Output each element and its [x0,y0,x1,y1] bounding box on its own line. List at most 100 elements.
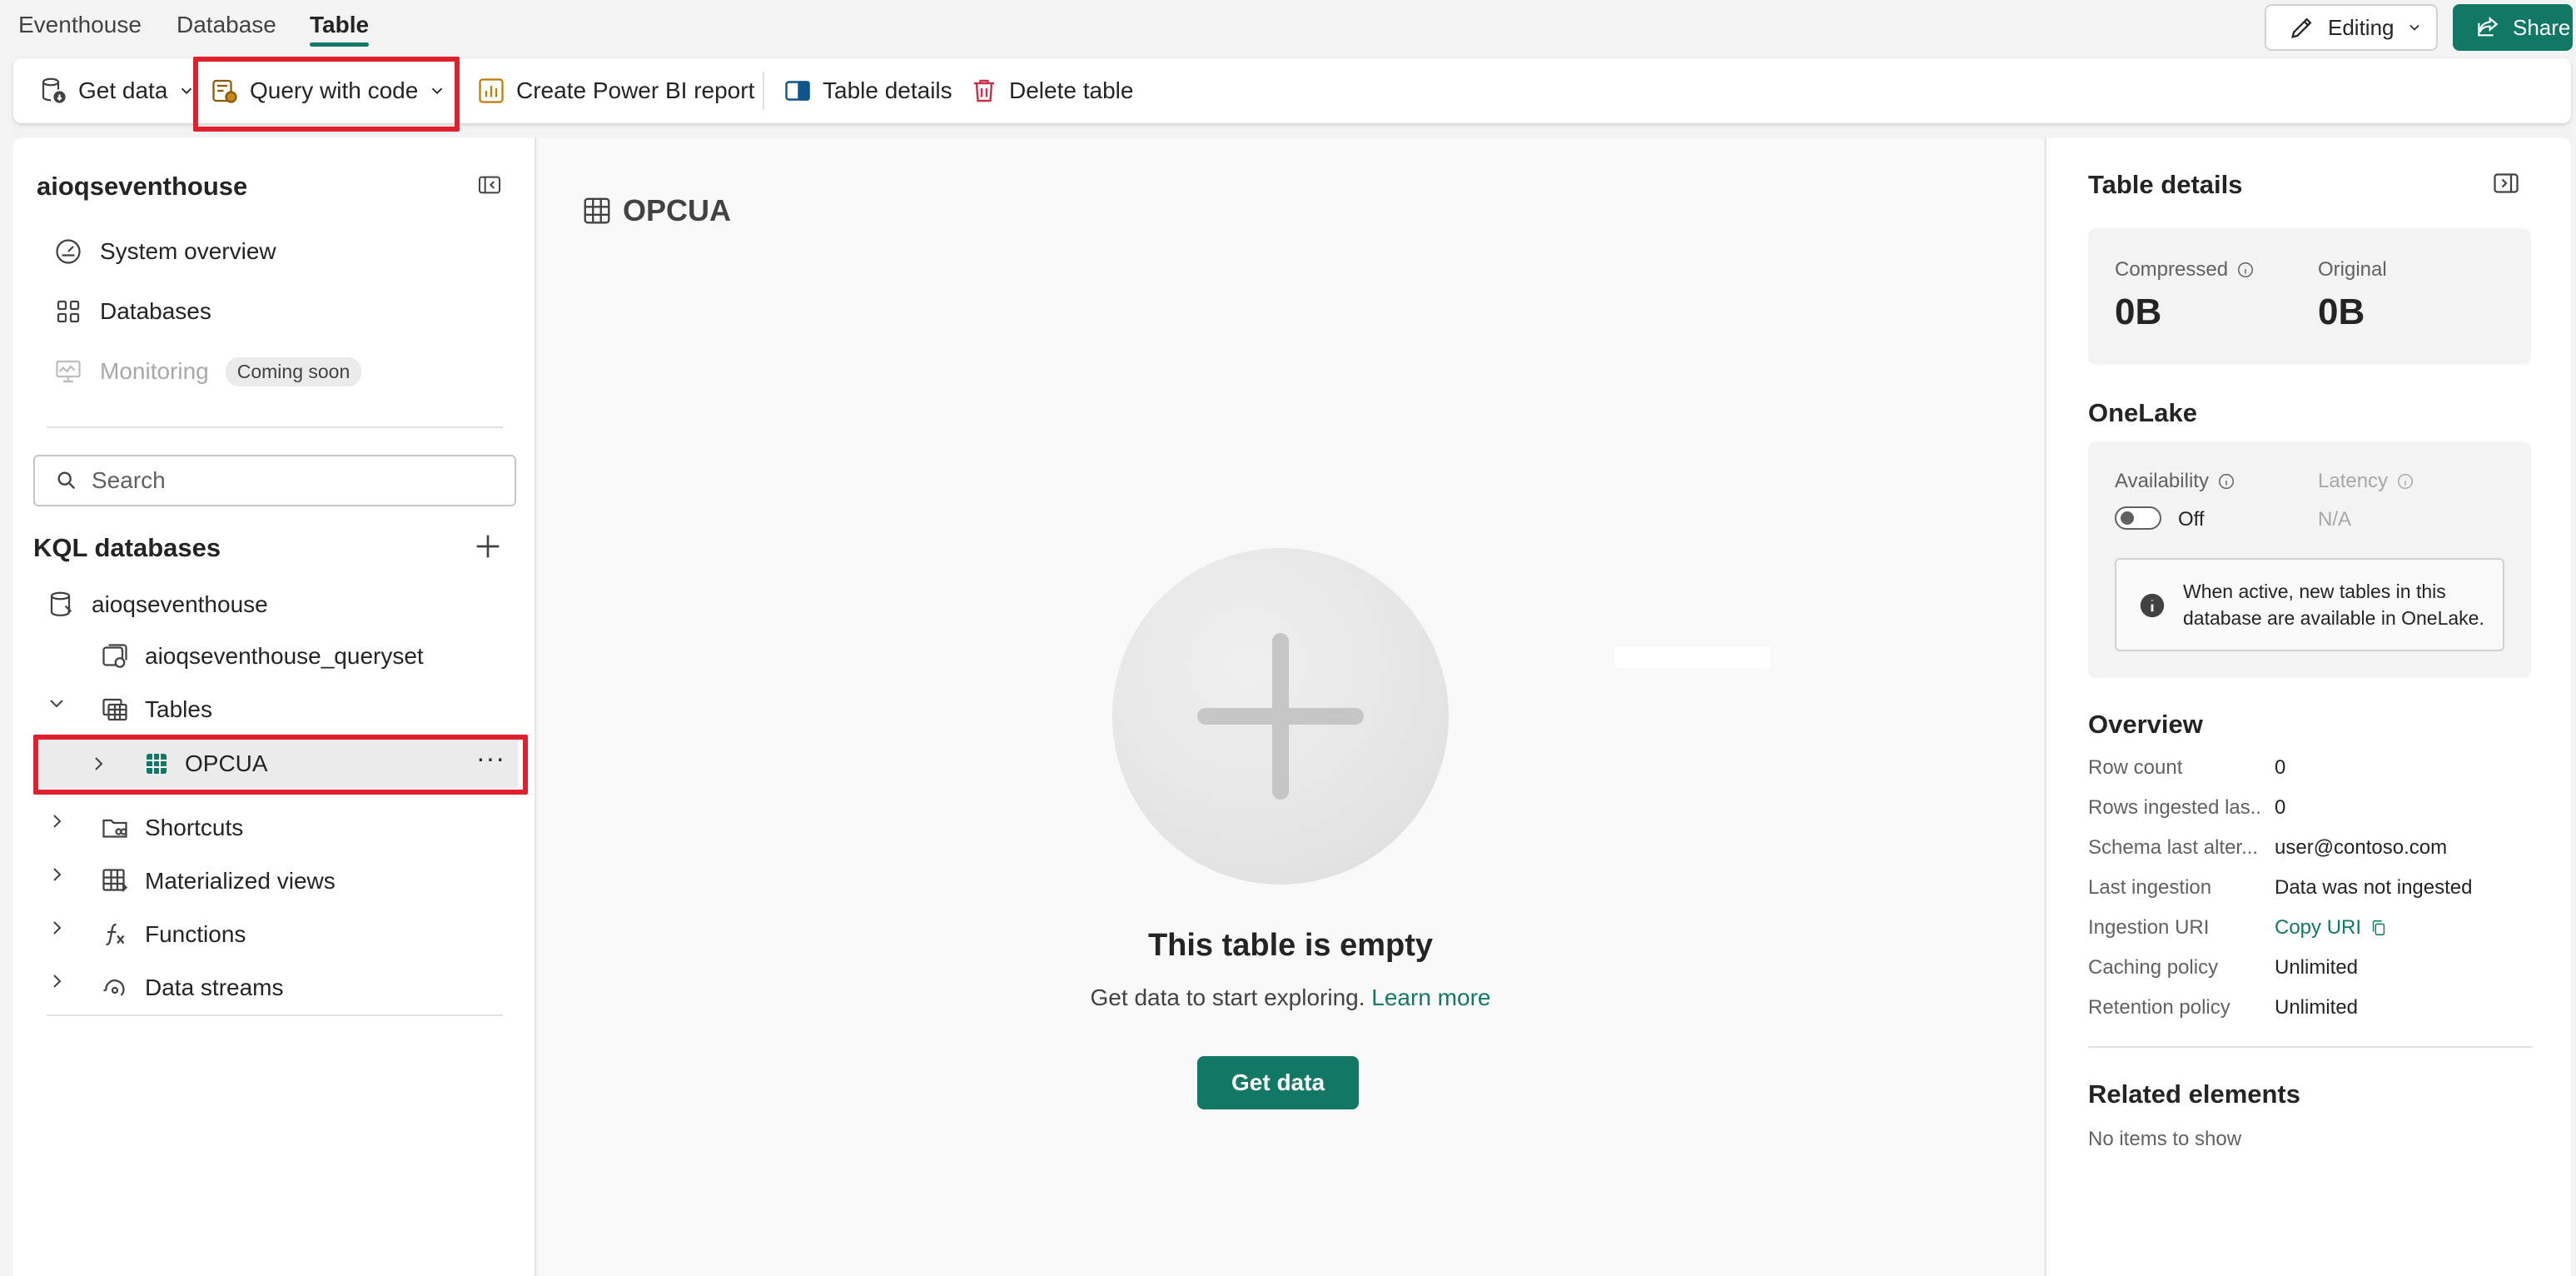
center-panel: OPCUA This table is empty Get data to st… [538,138,2043,1276]
table-details-label: Table details [823,77,952,103]
create-power-bi-report-label: Create Power BI report [516,77,755,103]
tab-database[interactable]: Database [177,8,276,42]
materialized-view-icon [102,869,128,892]
overview-title: Overview [2088,710,2203,739]
table-title: OPCUA [623,193,732,227]
empty-subtitle-row: Get data to start exploring. Learn more [538,984,2043,1011]
overview-label: Ingestion URI [2088,916,2210,939]
nav-system-overview[interactable]: System overview [53,228,276,275]
tree-item-materialized-views[interactable]: Materialized views [100,858,336,905]
power-bi-icon [479,78,504,103]
search-box[interactable] [33,455,516,506]
overview-label: Last ingestion [2088,876,2212,899]
search-input[interactable] [92,467,491,494]
blank-overlay [1615,646,1770,668]
nav-databases[interactable]: Databases [53,288,211,335]
tree-item-database[interactable]: aioqseventhouse [47,581,268,628]
latency-label: Latency [2318,470,2389,492]
tree-item-tables[interactable]: Tables [100,686,212,733]
tree-item-tables-label: Tables [145,696,212,722]
availability-label-row: Availability [2115,470,2235,493]
table-details-button[interactable]: Table details [783,58,952,123]
copy-icon [2372,920,2385,935]
original-value: 0B [2318,292,2365,332]
search-icon [57,471,76,490]
onelake-info-text: When active, new tables in this database… [2183,581,2484,629]
availability-value: Off [2178,508,2205,531]
get-data-label: Get data [78,77,168,103]
delete-table-label: Delete table [1009,77,1134,103]
chevron-down-icon[interactable] [47,693,67,713]
tree-item-functions-label: Functions [145,921,246,947]
empty-title: This table is empty [1147,928,1434,963]
original-label: Original [2318,258,2387,281]
overview-label: Caching policy [2088,956,2219,979]
chevron-right-icon[interactable] [47,811,67,831]
size-card: Compressed 0B Original 0B [2088,228,2531,365]
details-title: Table details [2088,170,2243,199]
database-get-icon [42,77,66,103]
coming-soon-badge: Coming soon [225,356,362,386]
overview-value: user@contoso.com [2275,836,2448,859]
highlight-box-query-with-code [193,57,460,132]
copy-uri-label: Copy URI [2275,916,2362,939]
info-icon [2398,474,2414,489]
overview-value: Unlimited [2275,996,2359,1019]
overview-label: Schema last alter... [2088,836,2259,859]
share-icon [2478,17,2499,37]
learn-more-link[interactable]: Learn more [1371,984,1490,1010]
get-data-button[interactable]: Get data [38,58,196,123]
share-button[interactable]: Share [2453,4,2573,51]
create-power-bi-report-button[interactable]: Create Power BI report [476,58,754,123]
collapse-pane-icon[interactable] [475,172,505,198]
onelake-info-box: When active, new tables in this database… [2115,558,2504,651]
compressed-value: 0B [2115,292,2162,332]
chevron-right-icon[interactable] [47,971,67,991]
editing-button[interactable]: Editing [2265,4,2438,51]
nav-databases-label: Databases [100,298,211,324]
trash-icon [974,79,994,102]
tree-item-database-label: aioqseventhouse [92,591,268,617]
compressed-label: Compressed [2115,258,2229,281]
chevron-right-icon[interactable] [47,918,67,938]
get-data-primary-button[interactable]: Get data [1197,1056,1359,1109]
editing-label: Editing [2328,14,2394,40]
toolbar-divider [763,72,764,110]
chevron-right-icon[interactable] [47,865,67,885]
availability-toggle[interactable] [2115,506,2161,530]
plus-icon-vertical [1272,633,1289,800]
tab-table[interactable]: Table [310,8,370,47]
overview-label: Retention policy [2088,996,2230,1019]
pencil-icon [2291,17,2312,38]
close-pane-icon[interactable] [2491,168,2521,198]
info-icon[interactable] [2217,472,2235,491]
tab-eventhouse[interactable]: Eventhouse [18,8,142,42]
tree-item-queryset[interactable]: aioqseventhouse_queryset [100,633,424,680]
database-icon [50,591,72,616]
nav-system-overview-label: System overview [100,238,276,264]
tree-item-data-streams[interactable]: Data streams [100,964,284,1011]
shortcut-folder-icon [102,819,127,838]
nav-monitoring: Monitoring Coming soon [53,348,362,395]
availability-label: Availability [2115,470,2209,492]
tree-item-data-streams-label: Data streams [145,974,284,1000]
table-icon [584,197,610,224]
add-icon[interactable] [471,530,505,563]
tree-item-functions[interactable]: Functions [100,911,246,958]
overview-value: Unlimited [2275,956,2359,979]
queryset-icon [102,644,127,668]
info-filled-icon [2140,593,2165,618]
info-icon[interactable] [2236,261,2255,279]
data-stream-icon [103,979,125,996]
onelake-title: OneLake [2088,398,2197,427]
latency-value: N/A [2318,508,2352,531]
tree-item-shortcuts[interactable]: Shortcuts [100,805,243,851]
delete-table-button[interactable]: Delete table [969,58,1133,123]
copy-uri-link[interactable]: Copy URI [2275,916,2388,940]
empty-state-illustration [1112,548,1449,885]
overview-value: Data was not ingested [2275,876,2473,899]
overview-label: Rows ingested las... [2088,796,2263,819]
related-elements-title: Related elements [2088,1079,2300,1109]
overview-value: 0 [2275,756,2286,779]
chevron-down-icon [2409,24,2419,31]
